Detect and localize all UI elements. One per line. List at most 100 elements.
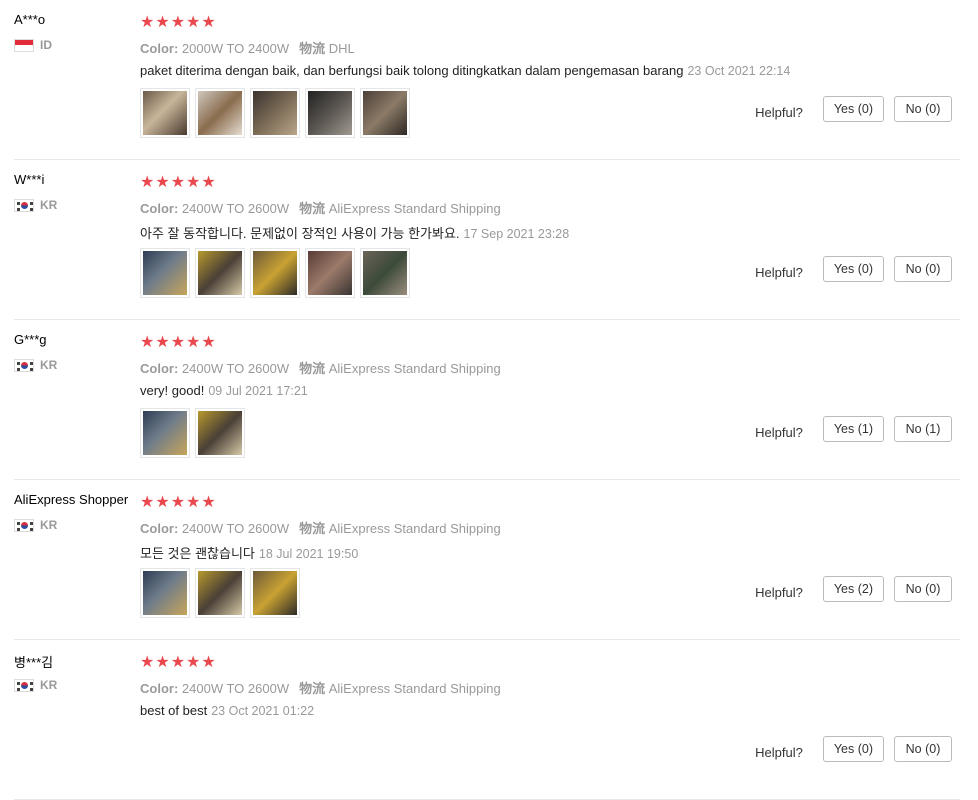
reviewer-country: KR [14,198,57,212]
helpful-votes: Helpful? Yes (2) No (0) [755,576,952,602]
photo-image [363,251,407,295]
photo-image [143,251,187,295]
color-label: Color: [140,681,179,696]
shipping-value: AliExpress Standard Shipping [328,361,501,376]
review-photo-thumbnail[interactable] [305,88,355,138]
review-body: best of best [140,703,208,718]
country-code: KR [40,678,58,692]
review-item: AliExpress Shopper KR ★★★★★ Color: 2400W TO… [14,480,960,640]
country-code: KR [40,358,58,372]
review-body: 아주 잘 동작합니다. 문제없이 장적인 사용이 가능 한가봐요. [140,226,460,241]
country-code: KR [40,198,58,212]
review-photo-thumbnail[interactable] [305,248,355,298]
review-text: paket diterima dengan baik, dan berfungs… [140,63,790,78]
color-value: 2400W TO 2600W [181,521,290,536]
reviewer-country: KR [14,358,57,372]
review-photos [140,568,305,618]
review-date: 17 Sep 2021 23:28 [463,227,570,241]
vote-no-button[interactable]: No (0) [894,256,952,282]
helpful-label: Helpful? [755,264,803,280]
color-value: 2400W TO 2600W [181,361,290,376]
photo-image [198,91,242,135]
review-photo-thumbnail[interactable] [195,88,245,138]
color-value: 2400W TO 2600W [181,681,290,696]
color-value: 2000W TO 2400W [181,41,290,56]
product-meta: Color: 2000W TO 2400W 物流 DHL [140,38,355,57]
shipping-label: 物流 [299,41,326,56]
photo-image [198,251,242,295]
shipping-value: AliExpress Standard Shipping [328,201,501,216]
reviewer-name: G***g [14,332,47,347]
shipping-label: 物流 [299,361,326,376]
review-photo-thumbnail[interactable] [140,88,190,138]
vote-yes-button[interactable]: Yes (2) [822,576,884,602]
shipping-value: DHL [328,41,355,56]
helpful-votes: Helpful? Yes (0) No (0) [755,96,952,122]
color-label: Color: [140,521,179,536]
review-photo-thumbnail[interactable] [195,248,245,298]
review-item: W***i KR ★★★★★ Color: 2400W TO 2600W 物流 AliE… [14,160,960,320]
color-label: Color: [140,201,179,216]
review-date: 18 Jul 2021 19:50 [258,547,359,561]
review-photo-thumbnail[interactable] [360,88,410,138]
vote-no-button[interactable]: No (0) [894,576,952,602]
review-photo-thumbnail[interactable] [250,88,300,138]
helpful-label: Helpful? [755,584,803,600]
shipping-label: 物流 [299,521,326,536]
review-item: A***o ID ★★★★★ Color: 2000W TO 2400W 物流 DHL p… [14,0,960,160]
korea-flag-icon [14,198,34,212]
reviewer-name: W***i [14,172,45,187]
review-photo-thumbnail[interactable] [360,248,410,298]
review-date: 09 Jul 2021 17:21 [208,384,308,398]
korea-flag-icon [14,518,34,532]
review-photos [140,88,415,138]
photo-image [308,91,352,135]
photo-image [253,251,297,295]
review-text: very! good! 09 Jul 2021 17:21 [140,383,308,398]
review-date: 23 Oct 2021 22:14 [687,64,791,78]
review-photo-thumbnail[interactable] [140,248,190,298]
review-photo-thumbnail[interactable] [195,568,245,618]
reviewer-country: ID [14,38,52,52]
review-body: paket diterima dengan baik, dan berfungs… [140,63,684,78]
product-meta: Color: 2400W TO 2600W 物流 AliExpress Stand… [140,678,501,697]
review-item: 병***김 KR ★★★★★ Color: 2400W TO 2600W 物流 AliE… [14,640,960,800]
shipping-label: 物流 [299,681,326,696]
vote-no-button[interactable]: No (0) [894,736,952,762]
star-rating: ★★★★★ [140,494,217,511]
country-code: KR [40,518,58,532]
photo-image [143,411,187,455]
vote-yes-button[interactable]: Yes (1) [822,416,884,442]
star-rating: ★★★★★ [140,334,217,351]
vote-yes-button[interactable]: Yes (0) [822,256,884,282]
color-label: Color: [140,41,179,56]
photo-image [198,411,242,455]
helpful-votes: Helpful? Yes (0) No (0) [755,256,952,282]
review-photo-thumbnail[interactable] [140,568,190,618]
review-date: 23 Oct 2021 01:22 [211,704,315,718]
helpful-votes: Helpful? Yes (0) No (0) [755,736,952,762]
review-text: best of best 23 Oct 2021 01:22 [140,703,314,718]
shipping-value: AliExpress Standard Shipping [328,521,501,536]
review-photo-thumbnail[interactable] [250,568,300,618]
review-photo-thumbnail[interactable] [250,248,300,298]
vote-no-button[interactable]: No (1) [894,416,952,442]
korea-flag-icon [14,678,34,692]
review-body: 모든 것은 괜찮습니다 [140,546,255,561]
vote-yes-button[interactable]: Yes (0) [822,736,884,762]
photo-image [198,571,242,615]
star-rating: ★★★★★ [140,654,217,671]
shipping-label: 物流 [299,201,326,216]
reviewer-name: 병***김 [14,655,54,670]
vote-no-button[interactable]: No (0) [894,96,952,122]
review-photo-thumbnail[interactable] [195,408,245,458]
color-value: 2400W TO 2600W [181,201,290,216]
review-photos [140,248,415,298]
photo-image [253,571,297,615]
vote-yes-button[interactable]: Yes (0) [822,96,884,122]
review-photo-thumbnail[interactable] [140,408,190,458]
photo-image [363,91,407,135]
review-text: 아주 잘 동작합니다. 문제없이 장적인 사용이 가능 한가봐요. 17 Sep … [140,223,569,242]
reviewer-name: AliExpress Shopper [14,492,129,507]
product-meta: Color: 2400W TO 2600W 物流 AliExpress Stand… [140,198,501,217]
